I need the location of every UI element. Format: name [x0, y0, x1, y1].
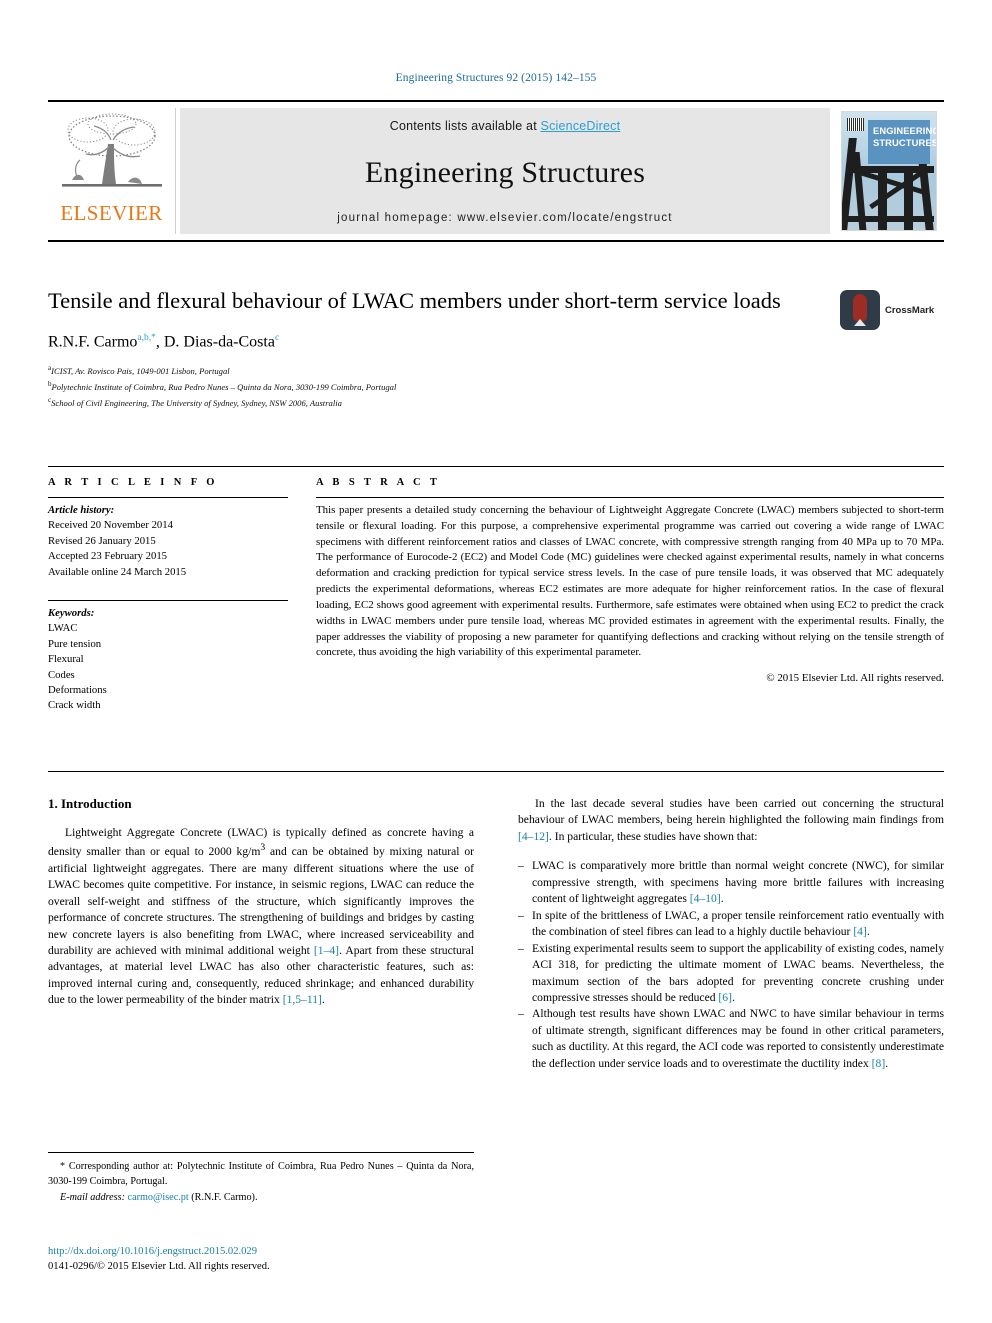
affiliation-text: School of Civil Engineering, The Univers…	[51, 397, 342, 408]
author-1-affil-marks: a,b,	[137, 332, 152, 343]
email-label: E-mail address:	[60, 1192, 125, 1204]
girder-shape	[848, 216, 934, 222]
intro-paragraph: Lightweight Aggregate Concrete (LWAC) is…	[48, 825, 474, 1009]
bullet-text: In spite of the brittleness of LWAC, a p…	[532, 908, 944, 939]
list-item: Existing experimental results seem to su…	[518, 941, 944, 1007]
issn-copyright-line: 0141-0296/© 2015 Elsevier Ltd. All right…	[48, 1261, 270, 1273]
intro-text-b: and can be obtained by mixing natural or…	[48, 845, 474, 958]
author-2: , D. Dias-da-Costa	[155, 333, 275, 351]
crossmark-icon	[840, 290, 880, 330]
bullet-text-end: .	[720, 892, 724, 906]
journal-title: Engineering Structures	[364, 155, 646, 189]
divider	[48, 497, 288, 498]
page-title: Tensile and flexural behaviour of LWAC m…	[48, 288, 781, 313]
abstract-column: A B S T R A C T This paper presents a de…	[306, 477, 944, 771]
keywords-label: Keywords:	[48, 607, 95, 620]
masthead-center-panel: Contents lists available at ScienceDirec…	[180, 108, 830, 234]
article-info-column: A R T I C L E I N F O Article history: R…	[48, 477, 306, 771]
history-item: Accepted 23 February 2015	[48, 550, 168, 563]
affiliation-item: bPolytechnic Institute of Coimbra, Rua P…	[48, 379, 944, 395]
bullet-text-end: .	[885, 1056, 889, 1070]
crossmark-badge-group[interactable]: CrossMark	[840, 288, 944, 332]
citation-ref[interactable]: [1,5–11]	[283, 993, 322, 1006]
running-head: Engineering Structures 92 (2015) 142–155	[395, 72, 597, 84]
affiliation-list: aICIST, Av. Rovisco Pais, 1049-001 Lisbo…	[48, 363, 944, 410]
divider	[48, 600, 288, 602]
contents-lists-line: Contents lists available at ScienceDirec…	[390, 119, 621, 133]
bullet-text: LWAC is comparatively more brittle than …	[532, 859, 944, 906]
right-column: In the last decade several studies have …	[518, 796, 944, 1072]
keyword-item: Pure tension	[48, 637, 102, 650]
barcode-icon	[847, 118, 864, 131]
author-2-affil-marks: c	[274, 332, 280, 343]
abstract-heading: A B S T R A C T	[316, 477, 441, 488]
doi-block: http://dx.doi.org/10.1016/j.engstruct.20…	[48, 1244, 474, 1274]
author-1: R.N.F. Carmo	[48, 333, 138, 351]
affiliation-item: cSchool of Civil Engineering, The Univer…	[48, 395, 944, 411]
article-history-label: Article history:	[48, 504, 115, 516]
affiliation-text: Polytechnic Institute of Coimbra, Rua Pe…	[51, 381, 397, 392]
citation-ref[interactable]: [4–12]	[518, 830, 549, 843]
section-heading-introduction: 1. Introduction	[48, 796, 132, 811]
contents-prefix: Contents lists available at	[389, 119, 541, 133]
info-abstract-band: A R T I C L E I N F O Article history: R…	[48, 466, 944, 772]
history-item: Revised 26 January 2015	[48, 534, 156, 547]
keyword-item: Codes	[48, 668, 75, 681]
cover-title-line2: Structures	[873, 137, 937, 149]
citation-ref[interactable]: [8]	[872, 1057, 886, 1070]
list-item: Although test results have shown LWAC an…	[518, 1006, 944, 1072]
affiliation-item: aICIST, Av. Rovisco Pais, 1049-001 Lisbo…	[48, 363, 944, 379]
email-owner: (R.N.F. Carmo).	[191, 1192, 258, 1204]
affiliation-text: ICIST, Av. Rovisco Pais, 1049-001 Lisbon…	[51, 365, 230, 376]
keywords-block: Keywords: LWAC Pure tension Flexural Cod…	[48, 600, 288, 714]
author-list: R.N.F. Carmoa,b,*, D. Dias-da-Costac	[48, 333, 944, 351]
elsevier-wordmark: ELSEVIER	[60, 201, 163, 225]
findings-list: LWAC is comparatively more brittle than …	[518, 858, 944, 1072]
email-note: E-mail address: carmo@isec.pt (R.N.F. Ca…	[48, 1191, 474, 1206]
title-block: CrossMark Tensile and flexural behaviour…	[48, 286, 944, 410]
right-text-b: . In particular, these studies have show…	[548, 829, 758, 843]
article-history-block: Article history: Received 20 November 20…	[48, 503, 288, 580]
abstract-copyright: © 2015 Elsevier Ltd. All rights reserved…	[766, 672, 944, 685]
cover-title-sign: Engineering Structures	[868, 120, 936, 164]
right-text-a: In the last decade several studies have …	[518, 797, 944, 827]
corresponding-author-note: * Corresponding author at: Polytechnic I…	[48, 1161, 474, 1187]
keyword-item: Flexural	[48, 653, 84, 666]
journal-cover-thumbnail: Engineering Structures	[834, 108, 944, 234]
footnote-block: * Corresponding author at: Polytechnic I…	[48, 1152, 474, 1206]
email-link[interactable]: carmo@isec.pt	[128, 1192, 189, 1203]
elsevier-logo: ELSEVIER	[48, 108, 176, 234]
keyword-item: LWAC	[48, 622, 78, 635]
doi-link[interactable]: http://dx.doi.org/10.1016/j.engstruct.20…	[48, 1244, 474, 1259]
abstract-text: This paper presents a detailed study con…	[316, 504, 944, 659]
elsevier-tree-icon	[61, 113, 162, 187]
list-item: In spite of the brittleness of LWAC, a p…	[518, 908, 944, 941]
journal-homepage-line[interactable]: journal homepage: www.elsevier.com/locat…	[337, 212, 672, 224]
history-item: Received 20 November 2014	[48, 519, 173, 532]
divider	[316, 497, 944, 498]
bullet-text-end: .	[866, 925, 870, 939]
crossmark-label: CrossMark	[885, 304, 935, 316]
keyword-item: Crack width	[48, 699, 101, 712]
left-column: 1. Introduction Lightweight Aggregate Co…	[48, 796, 474, 1072]
journal-article-page: Engineering Structures 92 (2015) 142–155	[0, 0, 992, 1323]
bullet-text-end: .	[731, 990, 735, 1004]
right-intro-paragraph: In the last decade several studies have …	[518, 796, 944, 845]
citation-ref[interactable]: [4]	[853, 925, 867, 938]
citation-ref[interactable]: [6]	[718, 991, 732, 1004]
citation-ref[interactable]: [4–10]	[690, 892, 721, 905]
keyword-item: Deformations	[48, 684, 107, 697]
intro-text-d: .	[321, 993, 325, 1007]
cover-title-line1: Engineering	[873, 125, 937, 136]
cover-image: Engineering Structures	[841, 111, 937, 231]
citation-ref[interactable]: [1–4]	[314, 944, 339, 957]
history-item: Available online 24 March 2015	[48, 565, 187, 578]
sciencedirect-link[interactable]: ScienceDirect	[541, 119, 621, 133]
body-columns: 1. Introduction Lightweight Aggregate Co…	[48, 796, 944, 1072]
article-info-heading: A R T I C L E I N F O	[48, 477, 218, 488]
journal-masthead: ELSEVIER Contents lists available at Sci…	[48, 100, 944, 242]
bullet-text: Existing experimental results seem to su…	[532, 941, 944, 1004]
list-item: LWAC is comparatively more brittle than …	[518, 858, 944, 907]
